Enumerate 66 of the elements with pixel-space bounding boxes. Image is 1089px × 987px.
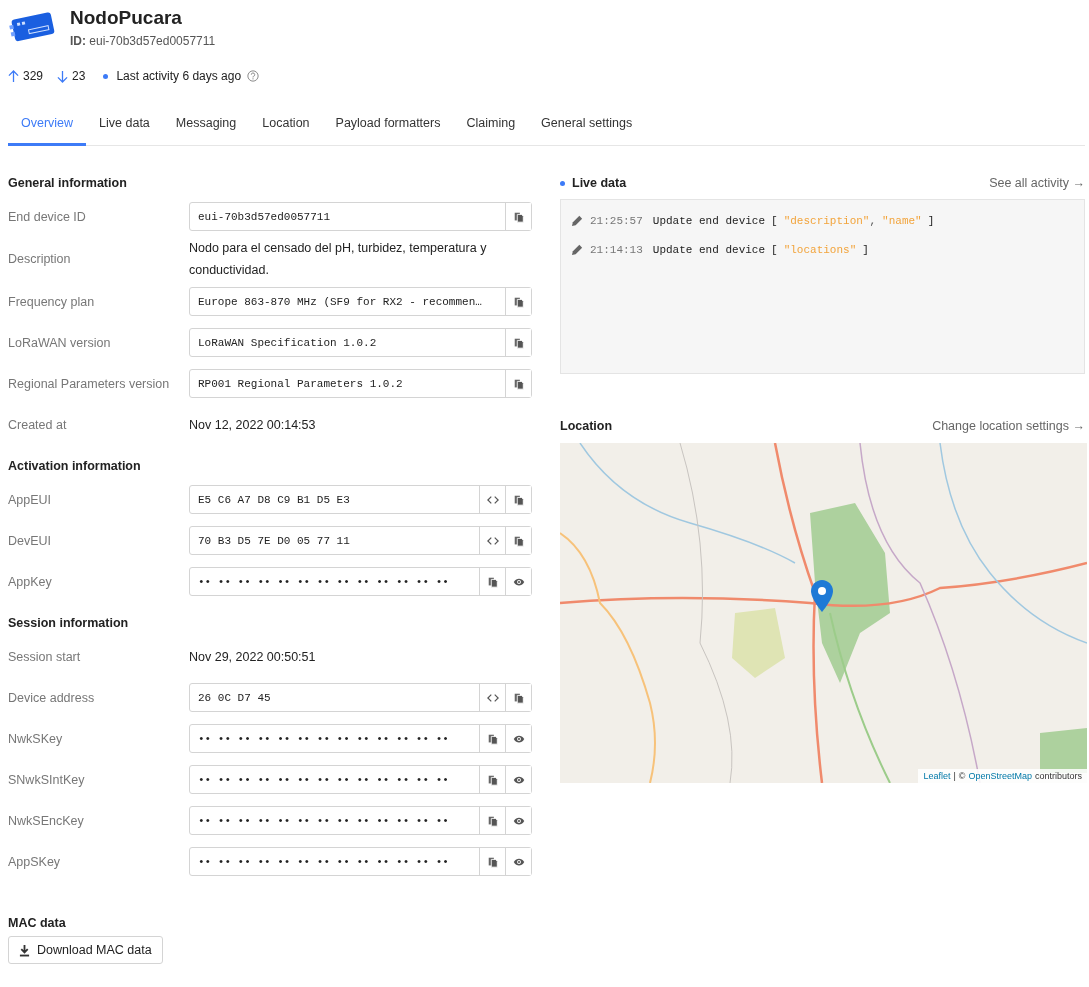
field-label: NwkSEncKey [8,813,85,828]
change-location-link[interactable]: Change location settings → [932,419,1085,433]
section-title: Session information [8,616,130,630]
tab[interactable]: General settings [528,104,646,146]
event-text: Update end device [652,214,766,227]
device-icon [8,10,56,44]
openstreetmap-link[interactable]: OpenStreetMap [968,771,1032,781]
device-name: NodoPucara [70,6,183,30]
section-title: Activation information [8,459,142,473]
pencil-icon [571,243,584,256]
bracket: [ [771,243,778,256]
event-field: "name" [882,214,922,227]
panel-title: Location [560,419,613,433]
see-all-link[interactable]: See all activity → [989,176,1085,190]
attribution-text: contributors [1034,771,1082,781]
field-value: Nov 12, 2022 00:14:53 [189,416,317,434]
field-label: DevEUI [8,533,53,548]
last-activity: Last activity 6 days ago [116,69,242,83]
field-label: AppKey [8,574,53,589]
device-id: ID: eui-70b3d57ed0057711 [70,34,216,48]
tab[interactable]: Live data [86,104,163,146]
bracket: ] [862,243,869,256]
field-label: Session start [8,649,82,664]
live-dot [560,180,565,186]
copyright-sign: © [958,771,966,781]
tab[interactable]: Overview [8,104,87,146]
event-field: "locations" [783,243,857,256]
status-dot [103,73,109,79]
attribution-divider: | [953,771,956,781]
field-label: SNwkSIntKey [8,772,86,787]
tab[interactable]: Location [249,104,323,146]
field-value: Nodo para el censado del pH, turbidez, temperatura y conductividad. [189,240,488,279]
downlink-count: 23 [72,69,86,83]
event-time: 21:14:13 [590,243,643,256]
tab[interactable]: Payload formatters [322,104,454,146]
tab[interactable]: Messaging [162,104,250,146]
download-button[interactable]: Download MAC data [8,936,163,964]
field-label: NwkSKey [8,731,64,746]
pencil-icon [571,214,584,227]
down-arrow-icon [57,69,69,83]
event-field: "description" [783,214,870,227]
separator: , [869,214,877,227]
event-time: 21:25:57 [590,214,643,227]
field-label: Regional Parameters version [8,376,171,391]
leaflet-link[interactable]: Leaflet [923,771,951,781]
field-label: Description [8,252,72,266]
tab[interactable]: Claiming [453,104,529,146]
bracket: [ [771,214,778,227]
help-icon [247,70,260,82]
field-label: Device address [8,690,96,705]
field-label: AppSKey [8,854,62,869]
field-label: End device ID [8,209,87,224]
field-label: Frequency plan [8,294,96,309]
uplink-count: 329 [23,69,44,83]
section-title: MAC data [8,916,67,930]
section-title: General information [8,176,128,190]
field-label: AppEUI [8,492,53,507]
panel-title: Live data [572,176,627,190]
up-arrow-icon [8,69,19,83]
field-label: LoRaWAN version [8,335,112,350]
field-value: Nov 29, 2022 00:50:51 [189,648,317,666]
map-pin-icon [810,579,834,613]
field-label: Created at [8,417,68,432]
download-icon [19,943,30,957]
bracket: ] [927,214,935,227]
event-text: Update end device [652,243,766,256]
